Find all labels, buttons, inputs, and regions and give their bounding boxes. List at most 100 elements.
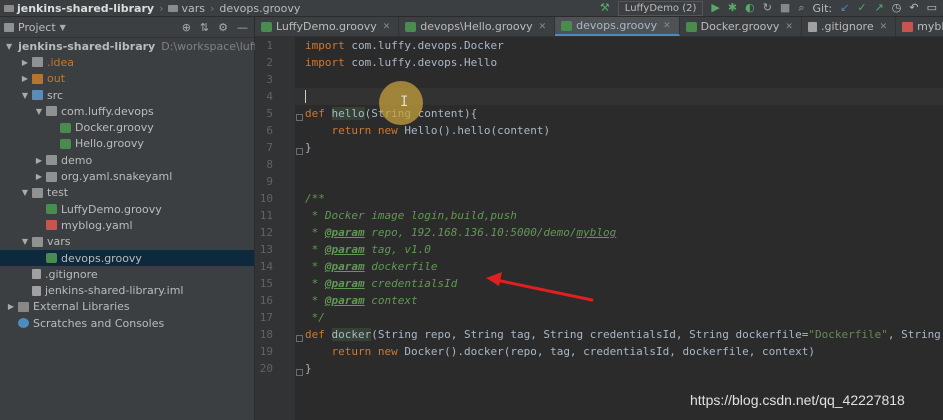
tree-item[interactable]: ▼ jenkins-shared-library D:\workspace\luff…	[0, 38, 301, 54]
tree-item[interactable]: ▶ org.yaml.snakeyaml	[0, 168, 254, 184]
tree-item[interactable]: ▼ com.luffy.devops	[0, 103, 254, 119]
line-number: 20	[259, 362, 273, 375]
fold-marker-icon[interactable]	[296, 369, 303, 376]
line-number: 17	[259, 311, 273, 324]
line-number: 15	[259, 277, 273, 290]
folder-icon	[168, 4, 179, 12]
chevron-down-icon[interactable]: ▼	[20, 237, 30, 246]
revert-icon[interactable]: ↶	[909, 0, 918, 16]
tree-item[interactable]: Scratches and Consoles	[0, 315, 254, 331]
build-hammer-icon[interactable]: ⚒	[600, 0, 610, 16]
code-line: return new Hello().hello(content)	[331, 124, 551, 137]
fold-marker-icon[interactable]	[296, 335, 303, 342]
line-number: 10	[259, 192, 273, 205]
tree-item[interactable]: myblog.yaml	[0, 217, 254, 233]
tree-item[interactable]: ▶ demo	[0, 152, 254, 168]
tab-label: .gitignore	[820, 20, 874, 33]
git-push-icon[interactable]: ↗	[875, 0, 884, 16]
tree-item[interactable]: Docker.groovy	[0, 119, 254, 135]
main-toolbar: ⚒ LuffyDemo (2) ▶ ✱ ◐ ↻ ■ ⌕ Git: ↙ ✓ ↗ ◷…	[600, 0, 943, 16]
project-tree[interactable]: ▼ jenkins-shared-library D:\workspace\luff…	[0, 38, 301, 331]
chevron-down-icon[interactable]: ▼	[20, 188, 30, 197]
breadcrumb-project[interactable]: jenkins-shared-library	[17, 2, 154, 15]
chevron-right-icon[interactable]: ▶	[20, 58, 30, 67]
history-icon[interactable]: ◷	[892, 0, 902, 16]
tree-item-label: org.yaml.snakeyaml	[61, 170, 173, 184]
tree-item[interactable]: Hello.groovy	[0, 136, 254, 152]
folder-icon	[46, 155, 57, 166]
search-icon[interactable]: ⌕	[798, 0, 804, 16]
breadcrumb-file[interactable]: devops.groovy	[219, 2, 300, 15]
editor-tab[interactable]: LuffyDemo.groovy ✕	[255, 17, 400, 36]
tree-item[interactable]: ▶ out	[0, 71, 254, 87]
folder-icon	[46, 106, 57, 117]
tree-item[interactable]: ▼ test	[0, 185, 254, 201]
editor-tab[interactable]: devops\Hello.groovy ✕	[399, 17, 556, 36]
editor-tab[interactable]: myblog.yaml✕	[896, 17, 943, 36]
chevron-down-icon[interactable]: ▼	[6, 42, 12, 51]
annotation-arrow	[486, 272, 594, 302]
stop-icon[interactable]: ■	[780, 0, 790, 16]
file-type-icon	[685, 21, 697, 32]
line-number: 3	[266, 73, 273, 86]
coverage-icon[interactable]: ◐	[745, 0, 755, 16]
tree-item[interactable]: LuffyDemo.groovy	[0, 201, 254, 217]
line-number-gutter[interactable]: 1 2 3 4 5 6 7 8 9 10 11 12 13 14 15 16 17 18 19 20	[255, 37, 295, 420]
git-commit-icon[interactable]: ✓	[857, 0, 866, 16]
tree-item-label: com.luffy.devops	[61, 104, 154, 118]
code-line: }	[305, 362, 312, 375]
editor-tab[interactable]: .gitignore ✕	[802, 17, 897, 36]
debug-icon[interactable]: ✱	[728, 0, 737, 16]
close-icon[interactable]: ✕	[383, 22, 391, 32]
close-icon[interactable]: ✕	[880, 22, 888, 32]
breadcrumb-folder[interactable]: vars	[181, 2, 205, 15]
chevron-right-icon[interactable]: ▶	[20, 74, 30, 83]
code-line: /**	[305, 192, 325, 205]
chevron-right-icon[interactable]: ▶	[34, 156, 44, 165]
run-configuration-select[interactable]: LuffyDemo (2)	[617, 0, 704, 16]
editor-tab[interactable]: devops.groovy ✕	[555, 17, 680, 36]
locate-icon[interactable]: ⊕	[182, 21, 191, 34]
fold-marker-icon[interactable]	[296, 114, 303, 121]
folder-icon	[46, 171, 57, 182]
chevron-down-icon[interactable]: ▼	[34, 107, 44, 116]
watermark: https://blog.csdn.net/qq_42227818	[690, 392, 905, 408]
file-type-icon	[807, 21, 817, 32]
file-type-icon	[902, 21, 914, 32]
folder-orange-icon	[32, 73, 43, 84]
collapse-all-icon[interactable]: ⇅	[200, 21, 209, 34]
scratch-icon	[18, 318, 29, 329]
tree-item[interactable]: jenkins-shared-library.iml	[0, 282, 254, 298]
line-number: 8	[266, 158, 273, 171]
line-number: 4	[266, 90, 273, 103]
profile-icon[interactable]: ↻	[763, 0, 772, 16]
run-icon[interactable]: ▶	[711, 0, 719, 16]
project-tool-window: Project ▼ ⊕ ⇅ ⚙ — ▼ jenkins-shared-librar…	[0, 17, 301, 420]
chevron-down-icon[interactable]: ▼	[60, 23, 66, 32]
close-icon[interactable]: ✕	[539, 22, 547, 32]
folder-icon	[32, 57, 43, 68]
project-panel-header: Project ▼ ⊕ ⇅ ⚙ —	[0, 17, 254, 38]
tree-item[interactable]: ▼ src	[0, 87, 254, 103]
line-number: 9	[266, 175, 273, 188]
fold-marker-icon[interactable]	[296, 148, 303, 155]
tree-item[interactable]: .gitignore	[0, 266, 254, 282]
tree-item[interactable]: ▶ .idea	[0, 54, 254, 70]
close-icon[interactable]: ✕	[663, 21, 671, 31]
close-icon[interactable]: ✕	[785, 22, 793, 32]
chevron-down-icon[interactable]: ▼	[20, 91, 30, 100]
tree-item[interactable]: devops.groovy	[0, 249, 254, 267]
project-view-selector[interactable]: Project	[18, 21, 56, 34]
hide-icon[interactable]: —	[237, 21, 248, 34]
git-update-icon[interactable]: ↙	[840, 0, 849, 16]
lib-icon	[18, 301, 29, 312]
line-number: 5	[266, 107, 273, 120]
chevron-right-icon[interactable]: ▶	[34, 172, 44, 181]
gear-icon[interactable]: ⚙	[218, 21, 228, 34]
window-icon[interactable]: ▭	[927, 0, 937, 16]
tree-item[interactable]: ▼ vars	[0, 234, 254, 250]
code-line: * @param tag, v1.0	[305, 243, 431, 256]
tree-item[interactable]: ▶ External Libraries	[0, 299, 254, 315]
editor-tab[interactable]: Docker.groovy ✕	[680, 17, 802, 36]
chevron-right-icon[interactable]: ▶	[6, 302, 16, 311]
